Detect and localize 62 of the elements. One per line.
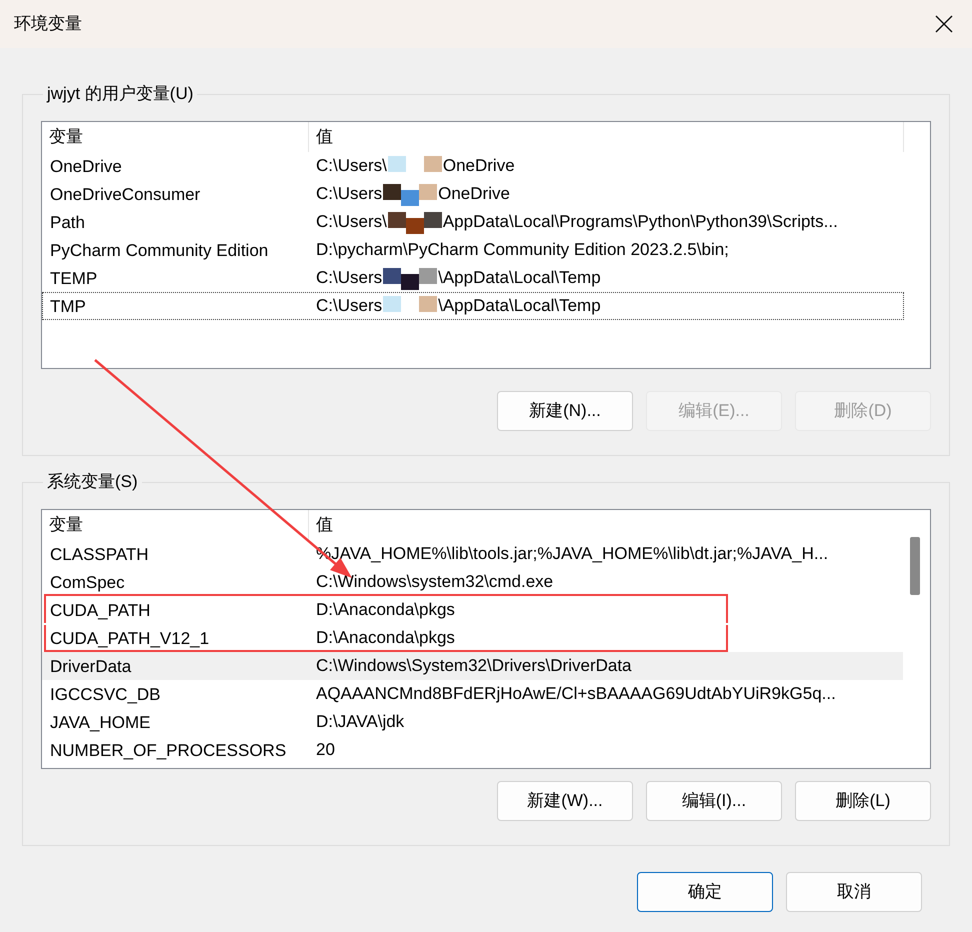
variable-name: IGCCSVC_DB (49, 684, 162, 706)
variable-value: 20 (315, 739, 336, 761)
variable-name: NUMBER_OF_PROCESSORS (49, 740, 288, 762)
redaction-mosaic (383, 181, 438, 207)
variable-name: JAVA_HOME (49, 712, 152, 734)
variable-name: PyCharm Community Edition (49, 240, 270, 262)
variable-value: \AppData\Local\Temp (438, 295, 601, 317)
list-row[interactable]: DriverData C:\Windows\System32\Drivers\DriverData (42, 652, 904, 680)
variable-value: C:\Windows\System32\Drivers\DriverData (315, 655, 633, 677)
variable-value: D:\Anaconda\pkgs (315, 627, 456, 649)
list-row[interactable]: OneDriveConsumer C:\Users OneDrive (42, 180, 904, 208)
variable-name: OneDrive (49, 156, 123, 178)
variable-value: \AppData\Local\Temp (438, 267, 601, 289)
column-header[interactable]: 变量 (42, 510, 309, 540)
list-row[interactable]: NUMBER_OF_PROCESSORS 20 (42, 736, 904, 764)
dialog-button[interactable]: 新建(N)... (497, 391, 633, 431)
list-row[interactable]: JAVA_HOME D:\JAVA\jdk (42, 708, 904, 736)
variable-name: CUDA_PATH_V12_1 (49, 628, 210, 650)
list-row[interactable]: IGCCSVC_DB AQAAANCMnd8BFdERjHoAwE/Cl+sBAAAAG69UdtAbYUiR9kG5q... (42, 680, 904, 708)
column-header[interactable]: 值 (309, 122, 904, 152)
list-row[interactable]: OneDrive C:\Users\ OneDrive (42, 152, 904, 180)
variable-name: DriverData (49, 656, 132, 678)
variable-value: AQAAANCMnd8BFdERjHoAwE/Cl+sBAAAAG69UdtAbYUiR9kG5q... (315, 683, 837, 705)
list-row[interactable]: ComSpec C:\Windows\system32\cmd.exe (42, 568, 904, 596)
variable-value: C:\Windows\system32\cmd.exe (315, 571, 554, 593)
variable-name: CUDA_PATH (49, 600, 152, 622)
list-row[interactable]: TEMP C:\Users \AppData\Local\Temp (42, 264, 904, 292)
variable-value: C:\Users (316, 267, 382, 289)
variable-value: C:\Users\ (316, 211, 387, 233)
cancel-button[interactable]: 取消 (786, 872, 922, 912)
variable-value: C:\Users (316, 183, 382, 205)
list-row[interactable]: CUDA_PATH_V12_1 D:\Anaconda\pkgs (42, 624, 904, 652)
variable-value: C:\Users\ (316, 155, 387, 177)
variable-name: TMP (49, 296, 87, 318)
redaction-mosaic (383, 265, 438, 291)
variable-value: AppData\Local\Programs\Python\Python39\Scripts... (442, 211, 838, 233)
list-row[interactable]: PyCharm Community Edition D:\pycharm\PyCharm Community Edition 2023.2.5\bin; (42, 236, 904, 264)
variable-name: TEMP (49, 268, 98, 290)
variable-name: ComSpec (49, 572, 126, 594)
dialog-button[interactable]: 编辑(I)... (646, 781, 782, 821)
scroll-thumb[interactable] (910, 537, 920, 595)
redaction-mosaic (388, 209, 442, 235)
variable-name: Path (49, 212, 86, 234)
list-row[interactable]: CUDA_PATH D:\Anaconda\pkgs (42, 596, 904, 624)
list-row[interactable]: Path C:\Users\ AppData\Local\Programs\Python\Python39\Scripts... (42, 208, 904, 236)
dialog-button[interactable]: 删除(L) (795, 781, 931, 821)
dialog-button[interactable]: 新建(W)... (497, 781, 633, 821)
group-label: 系统变量(S) (46, 471, 139, 493)
variable-value: D:\pycharm\PyCharm Community Edition 2023.2.5\bin; (315, 239, 730, 261)
list-row[interactable]: TMP C:\Users \AppData\Local\Temp (42, 292, 904, 320)
close-icon (935, 15, 953, 33)
variable-value: OneDrive (438, 183, 510, 205)
window-title: 环境变量 (14, 13, 82, 36)
variable-value: D:\JAVA\jdk (315, 711, 406, 733)
group-label: jwjyt 的用户变量(U) (46, 83, 194, 105)
column-header[interactable]: 变量 (42, 122, 309, 152)
variable-value: OneDrive (442, 155, 515, 177)
variable-value: C:\Users (316, 295, 382, 317)
ok-button[interactable]: 确定 (637, 872, 773, 912)
variable-name: CLASSPATH (49, 544, 150, 566)
variable-value: D:\Anaconda\pkgs (315, 599, 456, 621)
variable-name: OneDriveConsumer (49, 184, 202, 206)
